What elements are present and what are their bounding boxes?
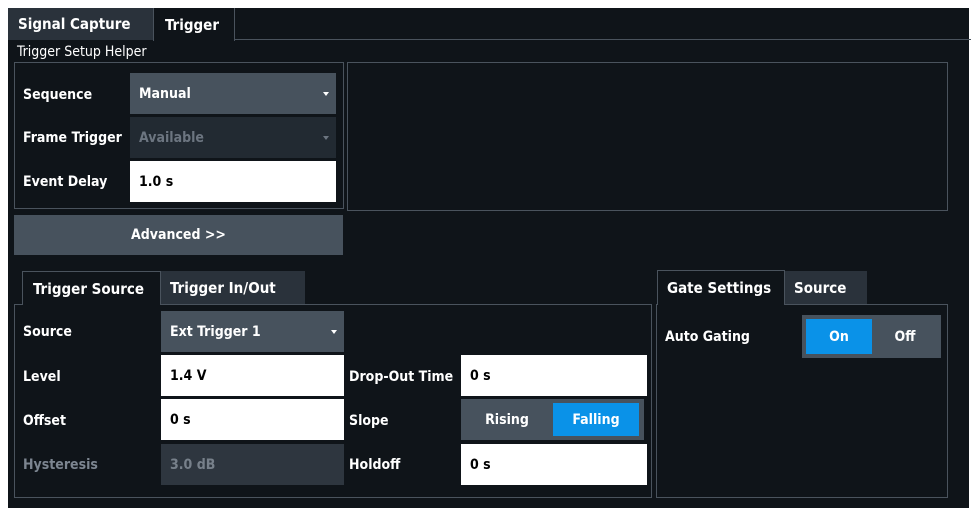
sequence-label: Sequence <box>23 87 93 103</box>
dropout-time-label: Drop-Out Time <box>349 369 454 385</box>
advanced-button[interactable]: Advanced >> <box>14 215 343 255</box>
sequence-dropdown[interactable]: Manual <box>130 73 336 114</box>
chevron-down-icon <box>331 329 337 334</box>
source-dropdown[interactable]: Ext Trigger 1 <box>161 311 344 352</box>
chevron-down-icon <box>323 91 329 96</box>
auto-gating-off-button[interactable]: Off <box>872 319 938 354</box>
helper-preview-area <box>347 62 948 211</box>
hysteresis-input[interactable]: 3.0 dB <box>161 444 344 485</box>
auto-gating-label: Auto Gating <box>665 329 750 345</box>
tab-gate-source[interactable]: Source <box>785 271 867 304</box>
slope-falling-button[interactable]: Falling <box>553 403 639 436</box>
tab-signal-capture[interactable]: Signal Capture <box>8 8 153 40</box>
level-label: Level <box>23 369 61 385</box>
event-delay-label: Event Delay <box>23 174 108 190</box>
holdoff-label: Holdoff <box>349 457 401 473</box>
chevron-down-icon <box>323 135 329 140</box>
offset-input[interactable]: 0 s <box>161 399 344 440</box>
slope-rising-button[interactable]: Rising <box>461 399 553 440</box>
frame-trigger-dropdown[interactable]: Available <box>130 117 336 158</box>
tab-gate-settings[interactable]: Gate Settings <box>657 270 785 305</box>
helper-title: Trigger Setup Helper <box>17 44 147 60</box>
slope-label: Slope <box>349 413 389 429</box>
tab-trigger[interactable]: Trigger <box>153 8 235 41</box>
frame-trigger-label: Frame Trigger <box>23 130 122 146</box>
offset-label: Offset <box>23 413 66 429</box>
sequence-value: Manual <box>139 85 191 102</box>
source-value: Ext Trigger 1 <box>170 323 261 340</box>
holdoff-input[interactable]: 0 s <box>461 444 647 485</box>
tab-trigger-in-out[interactable]: Trigger In/Out <box>161 271 305 304</box>
source-label: Source <box>23 324 72 340</box>
event-delay-input[interactable]: 1.0 s <box>130 161 336 202</box>
frame-trigger-value: Available <box>139 129 204 146</box>
hysteresis-label: Hysteresis <box>23 457 98 473</box>
dropout-time-input[interactable]: 0 s <box>461 355 647 396</box>
tab-trigger-source[interactable]: Trigger Source <box>22 271 161 305</box>
level-input[interactable]: 1.4 V <box>161 355 344 396</box>
auto-gating-on-button[interactable]: On <box>806 319 872 354</box>
